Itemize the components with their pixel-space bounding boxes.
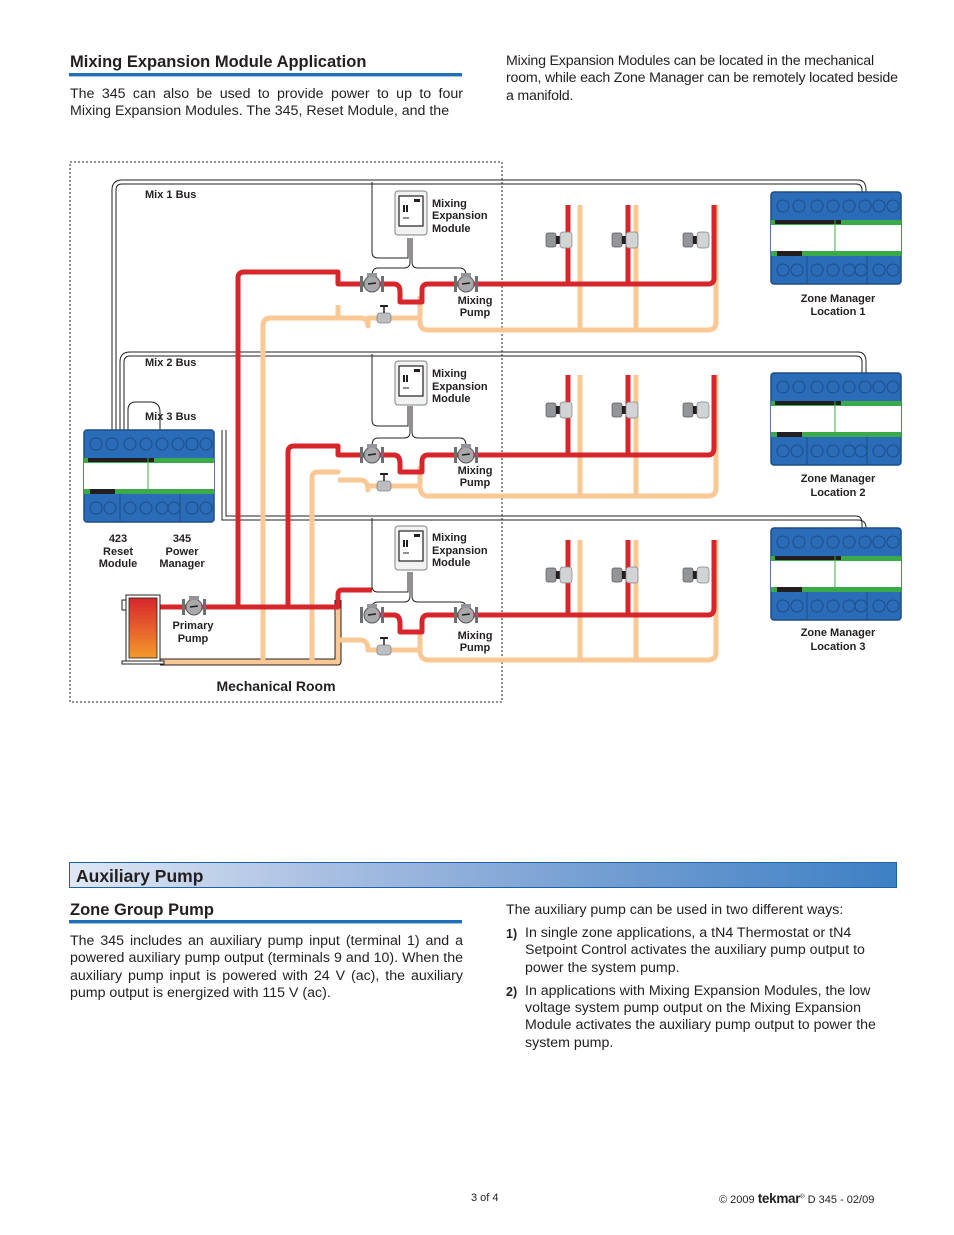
svg-text:Manager: Manager	[159, 558, 205, 570]
balancing-valve-2	[376, 473, 392, 492]
zone-valve	[682, 566, 710, 584]
zone-valve	[611, 566, 639, 584]
svg-text:Expansion: Expansion	[432, 545, 488, 557]
zone-valve	[682, 401, 710, 419]
svg-text:Location 1: Location 1	[810, 306, 865, 318]
svg-text:345: 345	[173, 533, 191, 545]
page-number: 3 of 4	[471, 1192, 499, 1204]
zone-valve	[545, 231, 573, 249]
list-item: 1) In single zone applications, a tN4 Th…	[506, 925, 899, 977]
primary-pump-label: Primary Pump	[173, 620, 215, 645]
registered-mark: ®	[800, 1194, 805, 1201]
svg-text:Zone Manager: Zone Manager	[801, 293, 876, 305]
bus-wires	[111, 179, 867, 548]
zone-manager-3	[770, 527, 902, 621]
reset-module-label: 423 Reset Module	[99, 533, 138, 570]
svg-text:423: 423	[109, 533, 127, 545]
svg-text:Mixing: Mixing	[458, 630, 493, 642]
svg-text:Mixing: Mixing	[432, 532, 467, 544]
mixing-expansion-module-2	[394, 360, 428, 406]
svg-text:Pump: Pump	[460, 307, 491, 319]
svg-text:Mixing: Mixing	[432, 198, 467, 210]
mem-label-1: Mixing Expansion Module	[432, 198, 488, 235]
mix-3-bus-label: Mix 3 Bus	[145, 411, 196, 423]
svg-text:Reset: Reset	[103, 546, 133, 558]
mix-1-bus-label: Mix 1 Bus	[145, 189, 196, 201]
zone-valve	[545, 566, 573, 584]
tekmar-logo: tekmar	[757, 1191, 801, 1206]
zone-valve	[682, 231, 710, 249]
zone-valve	[611, 401, 639, 419]
zone-manager-2	[770, 372, 902, 466]
svg-text:Location 2: Location 2	[810, 487, 865, 499]
mechanical-room-label: Mechanical Room	[216, 678, 335, 694]
aux-usage-intro: The auxiliary pump can be used in two di…	[506, 902, 844, 918]
list-item-text: In applications with Mixing Expansion Mo…	[525, 982, 876, 1051]
mem-label-2: Mixing Expansion Module	[432, 368, 488, 405]
zone-group-paragraph: The 345 includes an auxiliary pump input…	[70, 933, 463, 1001]
mem-label-3: Mixing Expansion Module	[432, 532, 488, 569]
svg-text:Pump: Pump	[460, 642, 491, 654]
aux-usage-list: 1) In single zone applications, a tN4 Th…	[506, 925, 899, 1058]
zone-manager-1	[770, 191, 902, 285]
mixing-pump-label-2: Mixing Pump	[458, 465, 493, 489]
mixing-expansion-module-3	[394, 525, 428, 571]
boiler-icon	[121, 594, 165, 665]
svg-text:Mixing: Mixing	[458, 465, 493, 477]
section-bar-auxiliary-pump: Auxiliary Pump	[69, 862, 897, 888]
copyright: © 2009	[719, 1194, 755, 1206]
list-item-number: 2)	[506, 984, 518, 999]
zone-manager-label-1: Zone Manager Location 1	[801, 293, 876, 318]
heading-rule	[69, 920, 462, 924]
balancing-valve-3	[376, 637, 392, 656]
mixing-pump-label-1: Mixing Pump	[458, 295, 493, 319]
svg-text:Expansion: Expansion	[432, 210, 488, 222]
balancing-valve-1	[376, 305, 392, 324]
svg-text:Module: Module	[432, 557, 471, 569]
mixing-pump-label-3: Mixing Pump	[458, 630, 493, 654]
svg-text:Module: Module	[99, 558, 138, 570]
zone-manager-label-2: Zone Manager Location 2	[801, 473, 876, 499]
zone-group-pump-heading: Zone Group Pump	[70, 901, 214, 919]
mixing-expansion-module-1	[394, 190, 428, 236]
svg-text:Pump: Pump	[178, 633, 209, 645]
list-item-number: 1)	[506, 927, 518, 941]
zone-manager-label-3: Zone Manager Location 3	[801, 627, 876, 653]
svg-text:Module: Module	[432, 393, 471, 405]
mix-2-bus-label: Mix 2 Bus	[145, 357, 196, 369]
document-code: D 345 - 02/09	[807, 1194, 875, 1206]
zone-valve	[611, 231, 639, 249]
svg-text:Mixing: Mixing	[458, 295, 493, 307]
power-manager-label: 345 Power Manager	[159, 533, 205, 570]
zone-valve	[545, 401, 573, 419]
svg-text:Location 3: Location 3	[810, 641, 865, 653]
svg-text:Mixing: Mixing	[432, 368, 467, 380]
svg-text:Zone Manager: Zone Manager	[801, 473, 876, 485]
list-item-text: In single zone applications, a tN4 Therm…	[525, 925, 865, 976]
svg-text:Expansion: Expansion	[432, 381, 488, 393]
svg-text:Power: Power	[165, 546, 199, 558]
list-item: 2) In applications with Mixing Expansion…	[506, 983, 899, 1052]
svg-text:Zone Manager: Zone Manager	[801, 627, 876, 639]
svg-text:Pump: Pump	[460, 477, 491, 489]
section-title: Auxiliary Pump	[76, 866, 204, 886]
svg-text:Module: Module	[432, 223, 471, 235]
footer-copyright-block: © 2009 tekmar® D 345 - 02/09	[719, 1191, 874, 1206]
reset-module-power-manager	[83, 429, 215, 523]
svg-text:Primary: Primary	[173, 620, 215, 632]
piping-wiring-diagram: Mix 1 Bus Mix 2 Bus Mix 3 Bus Mixing Exp…	[69, 161, 902, 703]
